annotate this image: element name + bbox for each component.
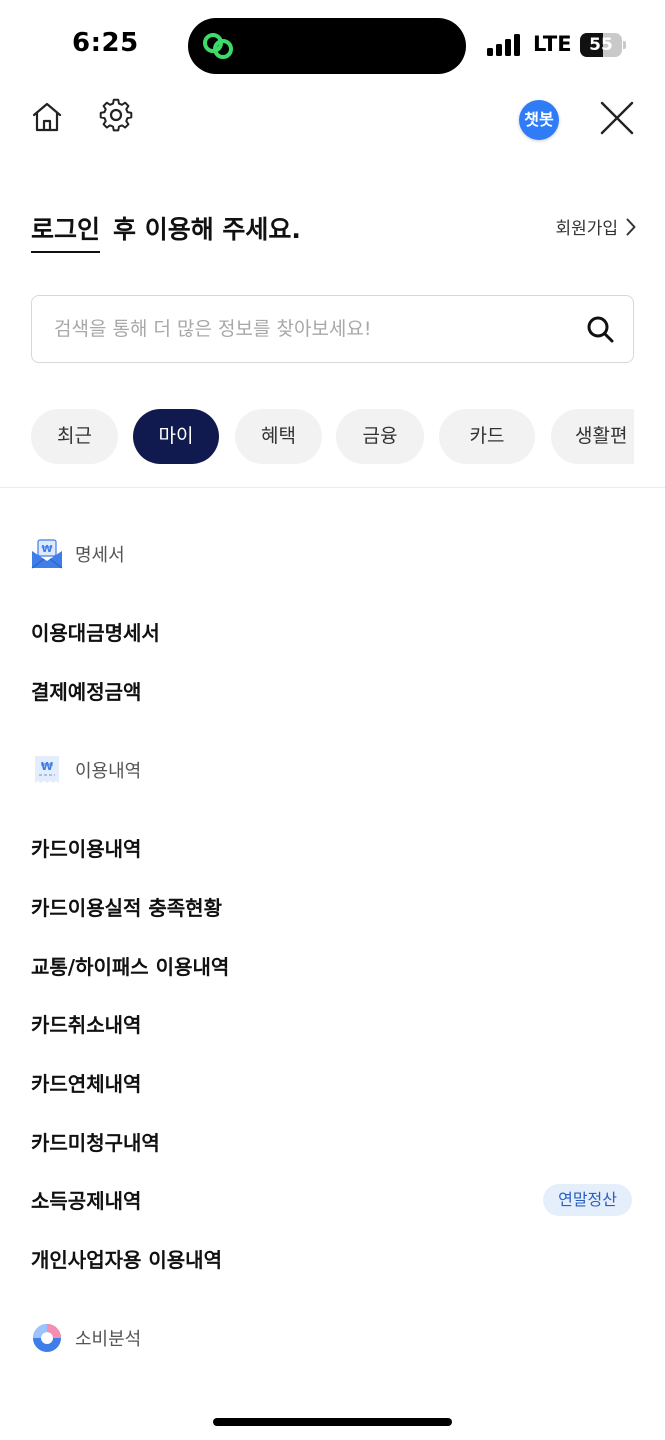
receipt-icon: ₩ (35, 756, 59, 783)
search-box (31, 295, 634, 363)
menu-item-billing-statement[interactable]: 이용대금명세서 (31, 613, 634, 653)
battery-level: 55 (589, 35, 613, 55)
statement-envelope-icon: ₩ (31, 539, 63, 569)
section-usage: ₩ 이용내역 (31, 753, 141, 787)
status-bar: 6:25 LTE 55 (0, 0, 665, 90)
divider (0, 487, 665, 488)
menu-item-income-deduction[interactable]: 소득공제내역 연말정산 (31, 1181, 634, 1221)
login-prompt: 로그인 후 이용해 주세요. 회원가입 (31, 208, 636, 253)
menu-item-card-overdue[interactable]: 카드연체내역 (31, 1064, 634, 1104)
section-analysis: 소비분석 (31, 1321, 141, 1355)
status-time: 6:25 (72, 28, 139, 58)
tab-benefits[interactable]: 혜택 (235, 409, 322, 464)
tab-my[interactable]: 마이 (133, 409, 219, 464)
cellular-signal-icon (487, 34, 520, 56)
donut-chart-icon (33, 1324, 61, 1352)
home-indicator (213, 1418, 452, 1426)
menu-item-transport-hipass[interactable]: 교통/하이패스 이용내역 (31, 947, 634, 987)
tab-recent[interactable]: 최근 (31, 409, 118, 464)
home-icon[interactable] (30, 100, 64, 134)
menu-item-card-unbilled[interactable]: 카드미청구내역 (31, 1123, 634, 1163)
section-statement: ₩ 명세서 (31, 537, 125, 571)
tab-finance[interactable]: 금융 (336, 409, 424, 464)
search-input[interactable] (54, 296, 574, 362)
gear-icon[interactable] (98, 98, 134, 134)
menu-item-usage-performance[interactable]: 카드이용실적 충족현황 (31, 888, 634, 928)
chevron-right-icon (626, 218, 636, 235)
link-rings-icon (203, 33, 233, 59)
dynamic-island (188, 18, 466, 74)
top-header: 챗봇 (0, 92, 665, 148)
menu-item-label: 소득공제내역 (31, 1189, 142, 1213)
signup-label: 회원가입 (555, 219, 618, 239)
category-tabs: 최근 마이 혜택 금융 카드 생활편 (31, 409, 634, 465)
svg-text:₩: ₩ (41, 760, 53, 773)
menu-item-card-cancellation[interactable]: 카드취소내역 (31, 1005, 634, 1045)
tab-card[interactable]: 카드 (439, 409, 535, 464)
battery-icon: 55 (580, 33, 626, 57)
search-icon[interactable] (586, 315, 614, 343)
close-icon[interactable] (599, 100, 635, 136)
tab-lifestyle[interactable]: 생활편 (551, 409, 634, 464)
menu-item-business-usage[interactable]: 개인사업자용 이용내역 (31, 1240, 634, 1280)
network-type: LTE (533, 32, 572, 56)
chatbot-button[interactable]: 챗봇 (519, 100, 559, 140)
year-end-settlement-badge: 연말정산 (543, 1184, 632, 1216)
section-title: 명세서 (75, 545, 125, 566)
menu-item-scheduled-payment[interactable]: 결제예정금액 (31, 672, 634, 712)
login-link[interactable]: 로그인 (31, 210, 101, 253)
svg-text:₩: ₩ (41, 544, 52, 555)
section-title: 이용내역 (75, 761, 142, 782)
menu-item-card-usage[interactable]: 카드이용내역 (31, 829, 634, 869)
login-prompt-text: 후 이용해 주세요. (113, 215, 301, 244)
signup-link[interactable]: 회원가입 (555, 214, 636, 239)
section-title: 소비분석 (75, 1329, 142, 1350)
